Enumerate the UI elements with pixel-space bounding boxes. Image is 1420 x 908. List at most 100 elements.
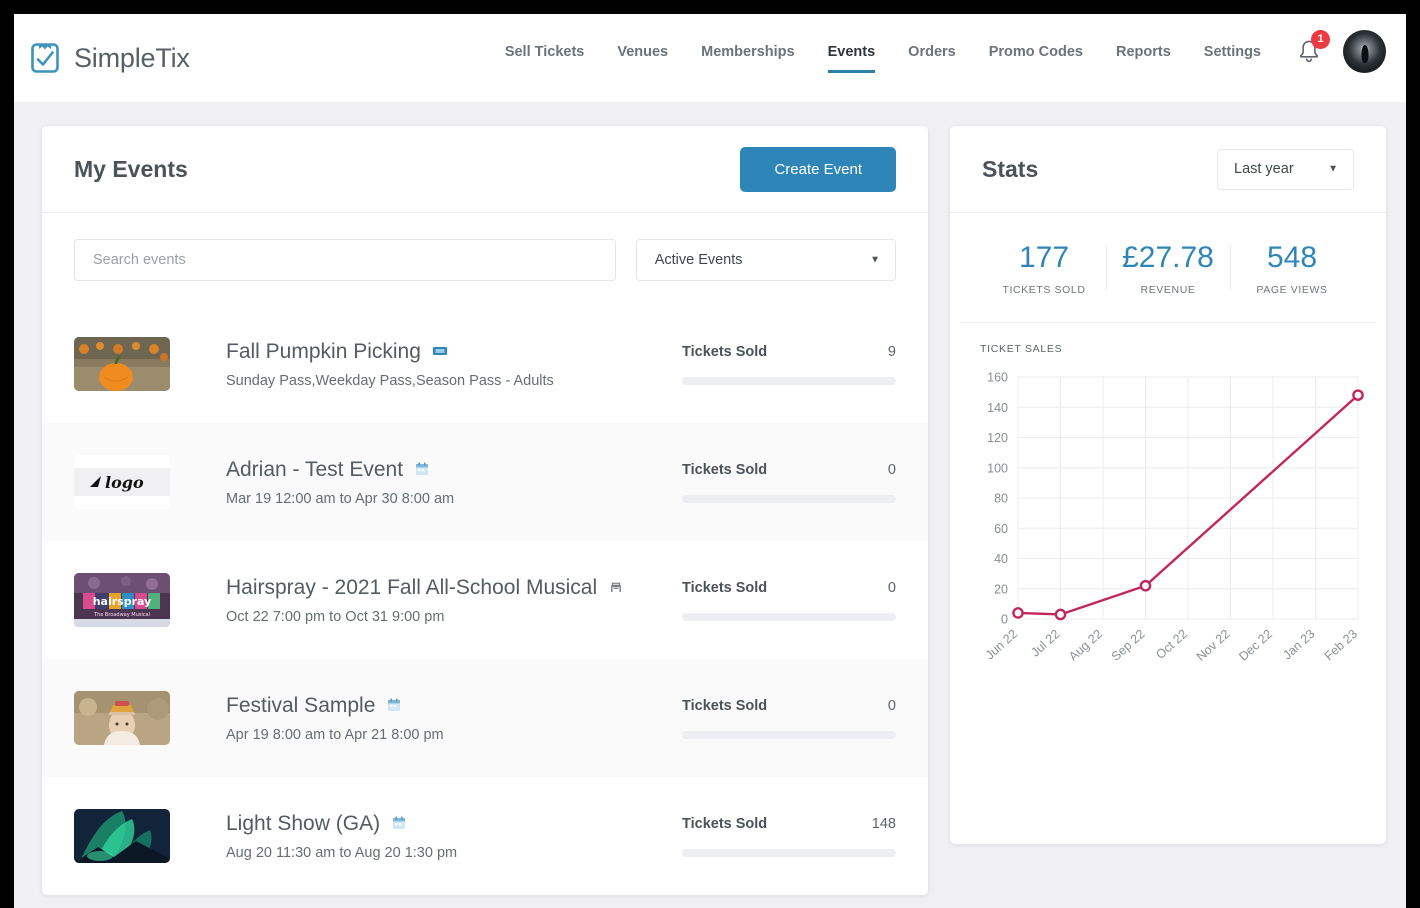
event-title[interactable]: Adrian - Test Event	[226, 457, 403, 483]
tickets-progress-bar	[682, 612, 896, 621]
nav-item-venues[interactable]: Venues	[617, 44, 668, 73]
event-subtitle: Sunday Pass,Weekday Pass,Season Pass - A…	[226, 373, 554, 390]
create-event-button[interactable]: Create Event	[740, 146, 896, 192]
nav-item-settings[interactable]: Settings	[1204, 44, 1261, 73]
stats-range-select[interactable]: Last year	[1217, 148, 1354, 190]
kpi-revenue: £27.78 REVENUE	[1106, 241, 1230, 296]
event-tickets-stats: Tickets Sold 9	[682, 344, 896, 385]
notifications-button[interactable]: 1	[1297, 29, 1330, 65]
stats-title: Stats	[982, 155, 1039, 182]
nav-item-memberships[interactable]: Memberships	[701, 44, 794, 73]
event-info: Festival Sample Apr 19 8:00 am to Apr 21…	[226, 693, 674, 744]
svg-text:Oct 22: Oct 22	[1153, 627, 1190, 662]
app-viewport: SimpleTix Sell Tickets Venues Membership…	[14, 14, 1406, 908]
stats-header: Stats Last year ▼	[950, 126, 1386, 213]
tickets-progress-bar	[682, 848, 896, 857]
my-events-panel: My Events Create Event Active Events ▼	[42, 126, 928, 895]
stats-range-filter[interactable]: Last year ▼	[1217, 148, 1354, 190]
event-thumbnail-light-show	[74, 809, 170, 863]
svg-text:Nov 22: Nov 22	[1194, 627, 1233, 664]
svg-text:hairspray: hairspray	[93, 595, 152, 608]
nav-item-reports[interactable]: Reports	[1116, 44, 1171, 73]
brand-name: SimpleTix	[74, 42, 190, 73]
brand-logo[interactable]: SimpleTix	[28, 41, 190, 75]
tickets-sold-label: Tickets Sold	[682, 579, 768, 596]
kpi-label: REVENUE	[1140, 284, 1196, 296]
svg-text:120: 120	[987, 431, 1008, 445]
event-status-filter[interactable]: Active Events ▼	[635, 239, 896, 281]
kpi-tickets-sold: 177 TICKETS SOLD	[982, 241, 1106, 296]
svg-text:160: 160	[987, 371, 1008, 385]
top-navigation-bar: SimpleTix Sell Tickets Venues Membership…	[14, 14, 1406, 102]
page-title: My Events	[74, 155, 188, 182]
svg-text:20: 20	[994, 582, 1008, 596]
event-list-item[interactable]: hairspray The Broadway Musical Hairspray…	[42, 541, 928, 659]
blue-tag-icon	[432, 343, 448, 359]
events-filter-bar: Active Events ▼	[42, 213, 928, 305]
event-thumbnail-logo: logo	[74, 455, 170, 509]
nav-item-promo-codes[interactable]: Promo Codes	[989, 44, 1083, 73]
user-avatar[interactable]	[1343, 30, 1386, 73]
seat-icon	[608, 579, 624, 595]
svg-text:40: 40	[994, 552, 1008, 566]
search-input[interactable]	[74, 239, 616, 281]
event-tickets-stats: Tickets Sold 148	[682, 816, 896, 857]
svg-text:Jun 22: Jun 22	[983, 627, 1020, 663]
event-title[interactable]: Hairspray - 2021 Fall All-School Musical	[226, 575, 597, 601]
tickets-sold-value: 0	[887, 579, 896, 596]
kpi-value: 548	[1266, 241, 1318, 274]
chart-caption: TICKET SALES	[980, 343, 1063, 355]
svg-text:The Broadway Musical: The Broadway Musical	[93, 612, 150, 618]
event-subtitle: Aug 20 11:30 am to Aug 20 1:30 pm	[226, 845, 458, 862]
tickets-sold-value: 0	[887, 697, 896, 714]
nav-item-events[interactable]: Events	[827, 44, 875, 73]
event-subtitle: Oct 22 7:00 pm to Oct 31 9:00 pm	[226, 609, 445, 626]
event-list-item[interactable]: Fall Pumpkin Picking Sunday Pass,Weekday…	[42, 305, 928, 423]
my-events-header: My Events Create Event	[42, 126, 928, 213]
event-thumbnail-festival	[74, 691, 170, 745]
event-info: Fall Pumpkin Picking Sunday Pass,Weekday…	[226, 339, 674, 390]
svg-text:100: 100	[987, 461, 1008, 475]
ticket-sales-chart: 0 20 40 60 80 100 120 140 160 Jun 22 Jul 22 Aug 22 S…	[972, 369, 1364, 699]
tickets-sold-label: Tickets Sold	[682, 697, 768, 714]
nav-item-orders[interactable]: Orders	[908, 44, 956, 73]
svg-text:80: 80	[994, 492, 1008, 506]
event-list-item[interactable]: Festival Sample Apr 19 8:00 am to Apr 21…	[42, 659, 928, 777]
notification-count-badge: 1	[1311, 29, 1330, 49]
tickets-sold-value: 0	[887, 461, 896, 478]
tickets-sold-label: Tickets Sold	[682, 461, 768, 478]
event-title[interactable]: Light Show (GA)	[226, 811, 380, 837]
tickets-progress-bar	[682, 494, 896, 503]
event-info: Adrian - Test Event Mar 19 12:00 am to A…	[226, 457, 674, 508]
event-thumbnail-pumpkin	[74, 337, 170, 391]
kpi-value: £27.78	[1122, 241, 1214, 274]
tickets-sold-value: 148	[871, 815, 896, 832]
event-list-item[interactable]: logo Adrian - Test Event Mar 19 12:00 am…	[42, 423, 928, 541]
tickets-progress-bar	[682, 376, 896, 385]
svg-text:60: 60	[994, 522, 1008, 536]
stats-kpi-row: 177 TICKETS SOLD £27.78 REVENUE 548 PAGE…	[962, 213, 1374, 323]
event-title[interactable]: Fall Pumpkin Picking	[226, 339, 421, 365]
event-tickets-stats: Tickets Sold 0	[682, 462, 896, 503]
event-thumbnail-hairspray: hairspray The Broadway Musical	[74, 573, 170, 627]
event-list-item[interactable]: Light Show (GA) Aug 20 11:30 am to Aug 2…	[42, 777, 928, 895]
nav-item-sell-tickets[interactable]: Sell Tickets	[505, 44, 585, 73]
event-status-select[interactable]: Active Events	[635, 239, 896, 281]
event-tickets-stats: Tickets Sold 0	[682, 580, 896, 621]
event-title[interactable]: Festival Sample	[226, 693, 375, 719]
svg-text:140: 140	[987, 401, 1008, 415]
svg-text:Dec 22: Dec 22	[1236, 627, 1275, 664]
svg-text:Jul 22: Jul 22	[1028, 627, 1062, 660]
tickets-sold-value: 9	[887, 343, 896, 360]
event-subtitle: Apr 19 8:00 am to Apr 21 8:00 pm	[226, 727, 444, 744]
calendar-icon	[414, 461, 430, 477]
event-info: Hairspray - 2021 Fall All-School Musical…	[226, 575, 674, 626]
svg-text:Aug 22: Aug 22	[1066, 627, 1105, 664]
calendar-icon	[386, 697, 402, 713]
kpi-value: 177	[1018, 241, 1070, 274]
svg-text:logo: logo	[105, 473, 144, 492]
event-subtitle: Mar 19 12:00 am to Apr 30 8:00 am	[226, 491, 455, 508]
stats-panel: Stats Last year ▼ 177 TICKETS SOLD £27.7…	[950, 126, 1386, 844]
tickets-progress-bar	[682, 730, 896, 739]
svg-text:Jan 23: Jan 23	[1280, 627, 1317, 663]
